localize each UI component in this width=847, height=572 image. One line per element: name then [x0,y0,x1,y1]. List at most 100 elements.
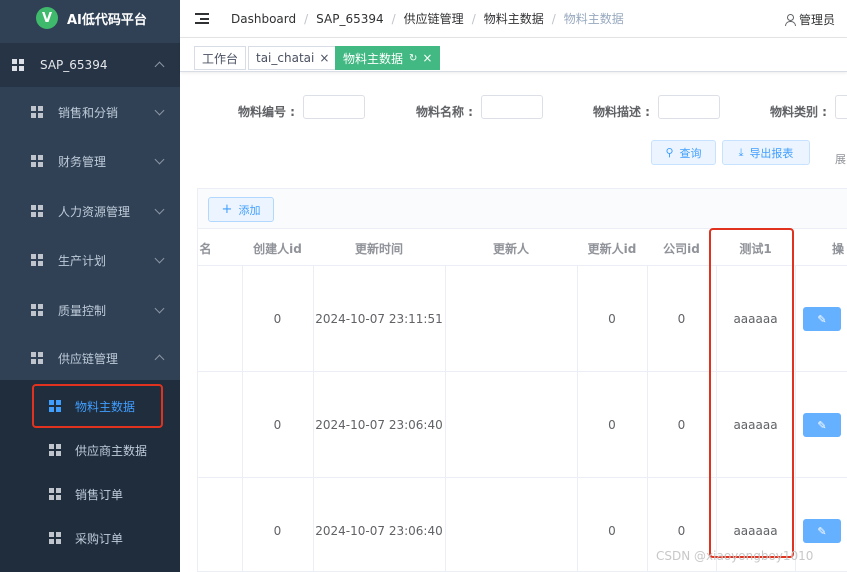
column-header-test1: 测试1 [739,241,772,256]
grid-icon [31,205,43,217]
material-category-input[interactable] [835,95,847,119]
breadcrumb-item[interactable]: Dashboard [231,12,296,26]
sidebar-item-sap[interactable]: SAP_65394 [0,43,180,87]
cell-updated-at: 2024-10-07 23:06:40 [315,524,443,538]
user-name: 管理员 [798,13,835,27]
table-row: 0 2024-10-07 23:06:40 0 0 aaaaaa ✎ [198,372,847,478]
close-icon[interactable]: × [319,51,329,65]
chevron-down-icon [154,154,165,164]
table-header: 名 创建人id 更新时间 更新人 更新人id 公司id 测试1 操 [198,230,847,266]
sidebar-item-label: 采购订单 [75,531,124,546]
app-root: V AI低代码平台 SAP_65394 销售和分销 财务管理 人力资源管理 生产… [0,0,847,572]
breadcrumb-item[interactable]: 供应链管理 [404,10,464,27]
watermark: CSDN @xiaoyongboy1010 [656,549,814,563]
sidebar-item-label: 物料主数据 [75,399,136,414]
cell-updater-id: 0 [608,312,616,326]
chevron-down-icon [154,303,165,313]
search-icon: ⚲ [665,146,674,159]
expand-toggle[interactable]: 展 [835,151,846,167]
tag-material-master[interactable]: 物料主数据 ↻ × [335,46,441,70]
edit-button[interactable]: ✎ [803,413,841,437]
column-header-updater-id: 更新人id [587,241,637,256]
cell-company-id: 0 [677,312,686,326]
edit-icon: ✎ [817,312,827,326]
chevron-down-icon [154,105,165,115]
edit-icon: ✎ [817,524,827,538]
grid-icon [49,488,61,500]
export-button-label: 导出报表 [749,146,794,160]
sidebar-item-sales-order[interactable]: 销售订单 [0,472,180,516]
column-header-name: 名 [199,241,212,256]
query-button[interactable]: ⚲ 查询 [651,140,716,165]
edit-button[interactable]: ✎ [803,519,841,543]
sidebar: V AI低代码平台 SAP_65394 销售和分销 财务管理 人力资源管理 生产… [0,0,180,572]
sidebar-item-label: 销售订单 [75,487,124,502]
tags-bar: 工作台 tai_chatai × 物料主数据 ↻ × [180,38,847,72]
sidebar-item-label: SAP_65394 [40,58,108,72]
sidebar-item-production[interactable]: 生产计划 [0,238,180,282]
cell-updated-at: 2024-10-07 23:06:40 [315,418,443,432]
breadcrumb-item[interactable]: 物料主数据 [484,10,544,27]
query-button-label: 查询 [679,146,702,160]
material-desc-input[interactable] [658,95,720,119]
material-name-input[interactable] [481,95,543,119]
close-icon[interactable]: × [422,51,432,65]
grid-icon [31,106,43,118]
sidebar-item-label: 财务管理 [58,154,107,169]
cell-updater [445,266,577,372]
sidebar-item-material-master[interactable]: 物料主数据 [0,384,180,428]
grid-icon [49,400,61,412]
cell-updater [445,372,577,478]
material-desc-label: 物料描述 : [593,105,650,119]
app-title: AI低代码平台 [67,12,147,28]
add-button[interactable]: + 添加 [208,197,274,222]
table-toolbar: + 添加 [198,189,847,229]
grid-icon [49,532,61,544]
sidebar-item-quality[interactable]: 质量控制 [0,288,180,332]
cell-updater [445,478,577,572]
chevron-up-icon [154,61,165,72]
sidebar-item-supply-chain[interactable]: 供应链管理 [0,336,180,380]
breadcrumb-separator: / [471,11,476,26]
tag-workbench[interactable]: 工作台 [194,46,247,70]
table-card: + 添加 名 创建人id 更新时间 更新人 更新人id 公司id 测试1 操 0… [197,188,847,572]
user-menu[interactable]: 管理员 [784,11,835,28]
tag-tai-chatai[interactable]: tai_chatai × [248,46,338,70]
hamburger-icon[interactable] [195,13,209,24]
tag-label: tai_chatai [256,51,315,65]
export-button[interactable]: ⤓ 导出报表 [722,140,810,165]
tag-label: 物料主数据 [343,51,404,66]
edit-button[interactable]: ✎ [803,307,841,331]
material-no-label: 物料编号 : [238,105,295,119]
grid-icon [31,254,43,266]
logo[interactable]: V AI低代码平台 [0,0,180,36]
edit-icon: ✎ [817,418,827,432]
sidebar-item-sales[interactable]: 销售和分销 [0,90,180,134]
breadcrumb-item[interactable]: SAP_65394 [316,12,383,26]
sidebar-item-supplier-master[interactable]: 供应商主数据 [0,428,180,472]
column-header-updater: 更新人 [492,241,529,256]
cell-updated-at: 2024-10-07 23:11:51 [315,312,443,326]
chevron-down-icon [154,204,165,214]
breadcrumb-separator: / [391,11,396,26]
column-header-creator-id: 创建人id [253,241,302,256]
cell-test1: aaaaaa [733,418,778,432]
cell-test1: aaaaaa [733,312,778,326]
cell-updater-id: 0 [608,418,616,432]
submenu-supply-chain: 物料主数据 供应商主数据 销售订单 采购订单 [0,380,180,572]
grid-icon [31,352,43,364]
tag-label: 工作台 [202,51,239,66]
sidebar-item-hr[interactable]: 人力资源管理 [0,189,180,233]
grid-icon [31,304,43,316]
sidebar-item-purchase-order[interactable]: 采购订单 [0,516,180,560]
grid-icon [49,444,61,456]
material-name-label: 物料名称 : [416,105,473,119]
download-icon: ⤓ [738,145,744,159]
sidebar-item-finance[interactable]: 财务管理 [0,139,180,183]
sidebar-item-label: 人力资源管理 [58,204,131,219]
breadcrumb-separator: / [551,11,556,26]
material-no-input[interactable] [303,95,365,119]
refresh-icon[interactable]: ↻ [409,53,417,64]
material-category-label: 物料类别 : [770,105,827,119]
column-header-updated-at: 更新时间 [354,241,403,256]
